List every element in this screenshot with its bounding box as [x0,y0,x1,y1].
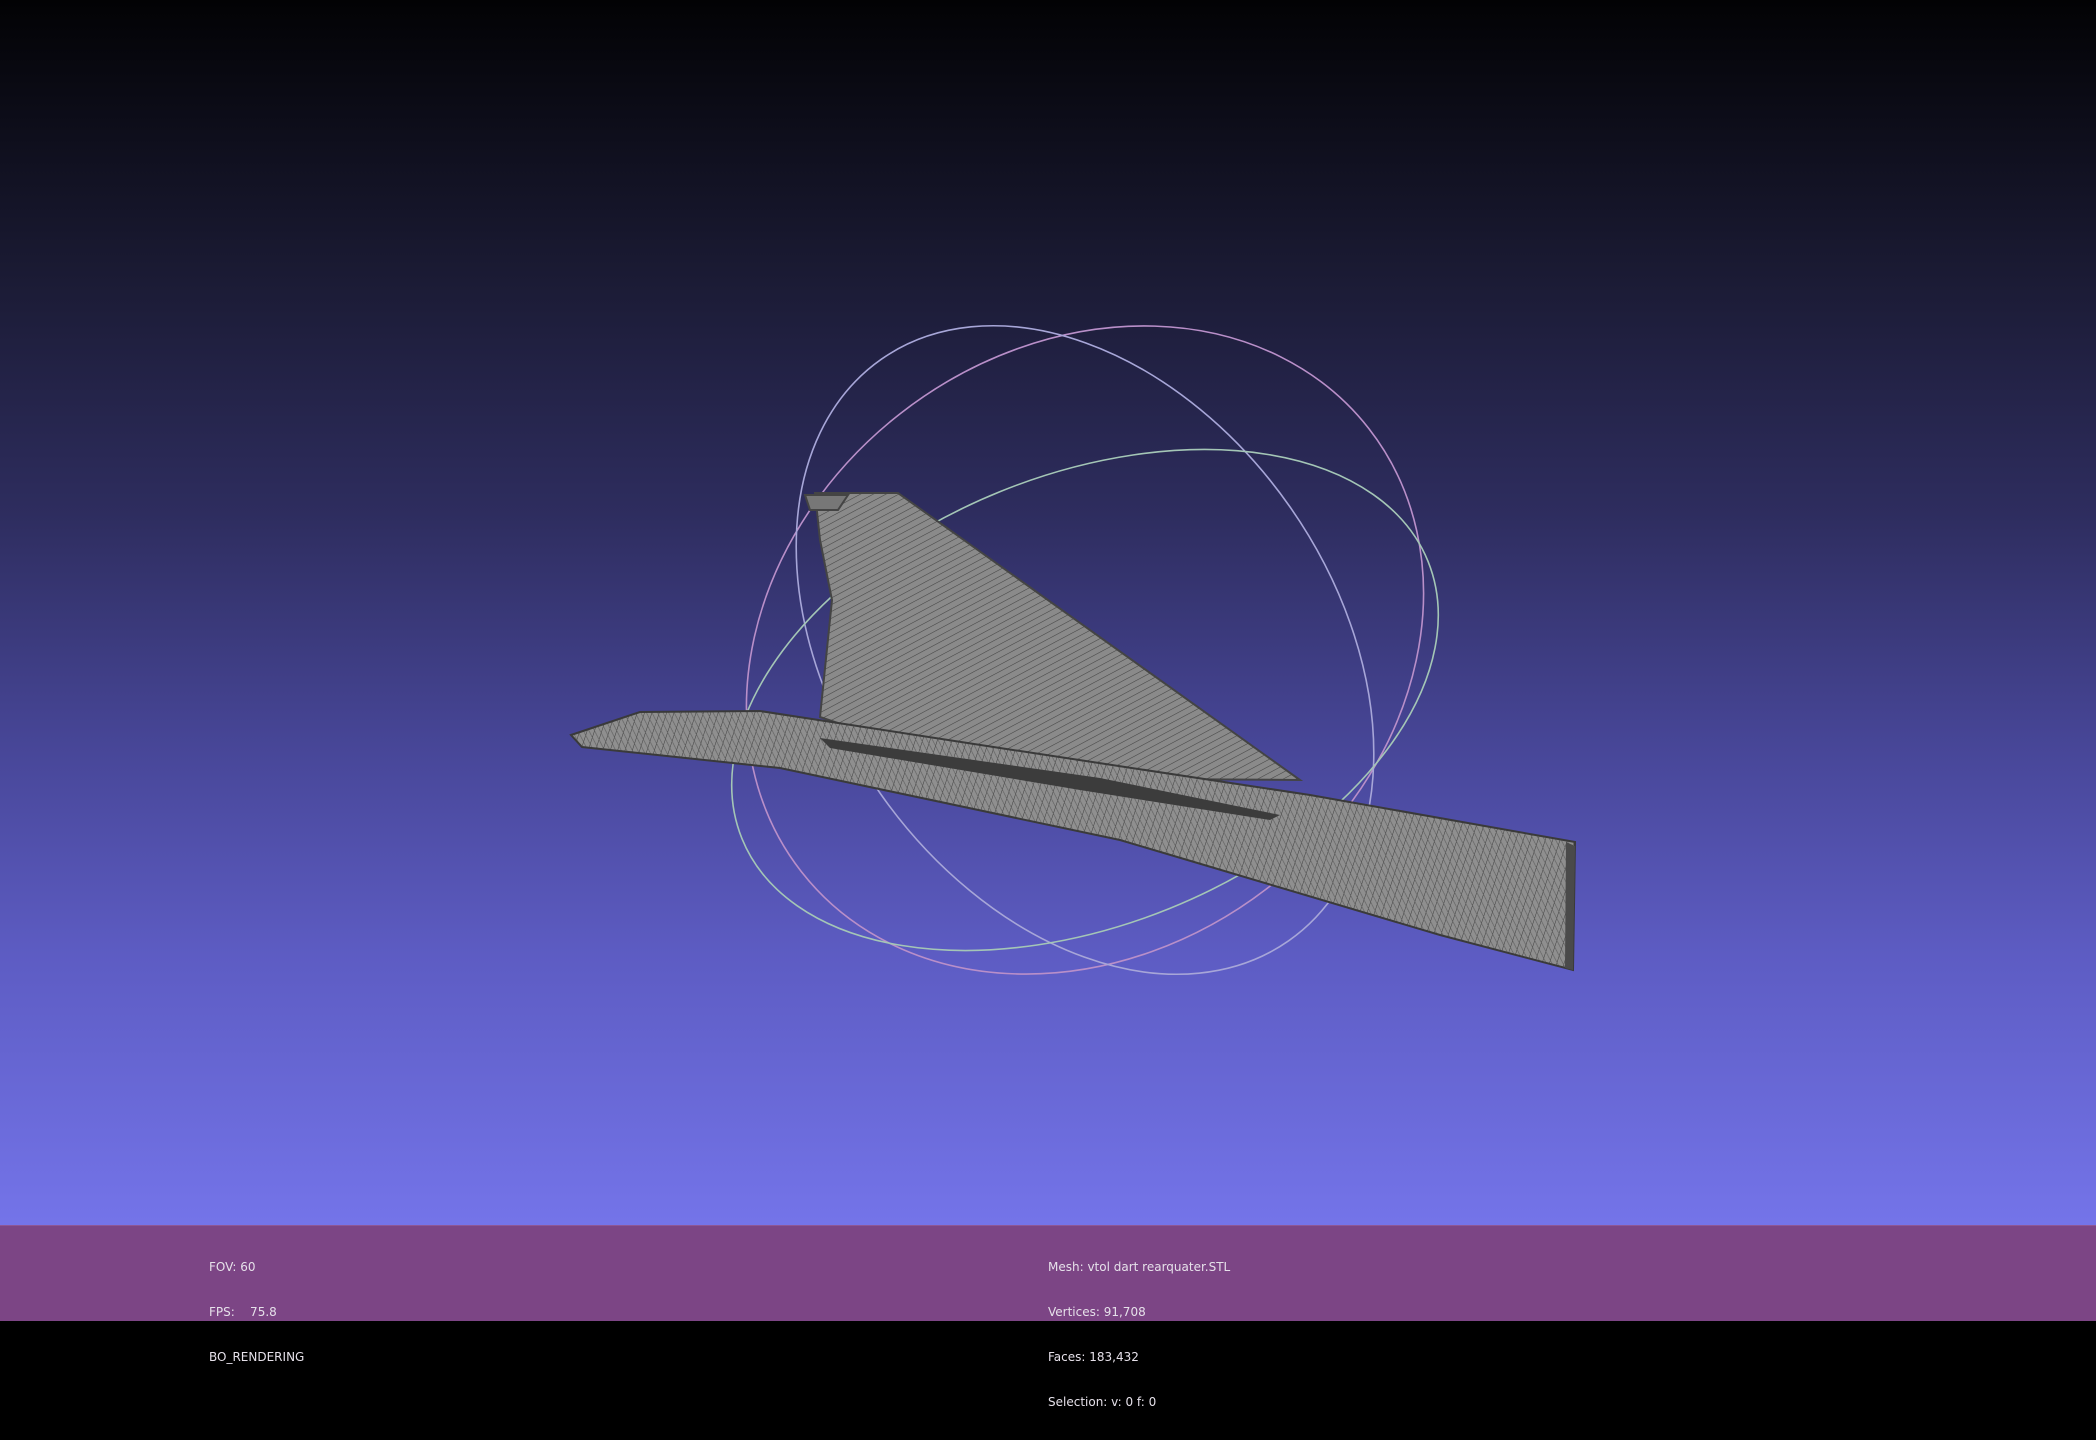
render-mode-readout: BO_RENDERING [209,1350,305,1364]
scene-canvas[interactable] [0,0,2096,1225]
3d-viewport[interactable] [0,0,2096,1225]
fov-readout: FOV: 60 [209,1260,256,1274]
render-info: FOV: 60 FPS: 75.8 BO_RENDERING [209,1230,304,1395]
mesh-name: Mesh: vtol dart rearquater.STL [1048,1260,1231,1274]
fps-readout: FPS: 75.8 [209,1305,277,1319]
vertex-count: Vertices: 91,708 [1048,1305,1146,1319]
info-bar: FOV: 60 FPS: 75.8 BO_RENDERING Mesh: vto… [0,1225,2096,1409]
selection-readout: Selection: v: 0 f: 0 [1048,1395,1157,1409]
mesh-info: Mesh: vtol dart rearquater.STL Vertices:… [1048,1230,1230,1440]
face-count: Faces: 183,432 [1048,1350,1139,1364]
mesh-model[interactable] [569,492,1577,972]
